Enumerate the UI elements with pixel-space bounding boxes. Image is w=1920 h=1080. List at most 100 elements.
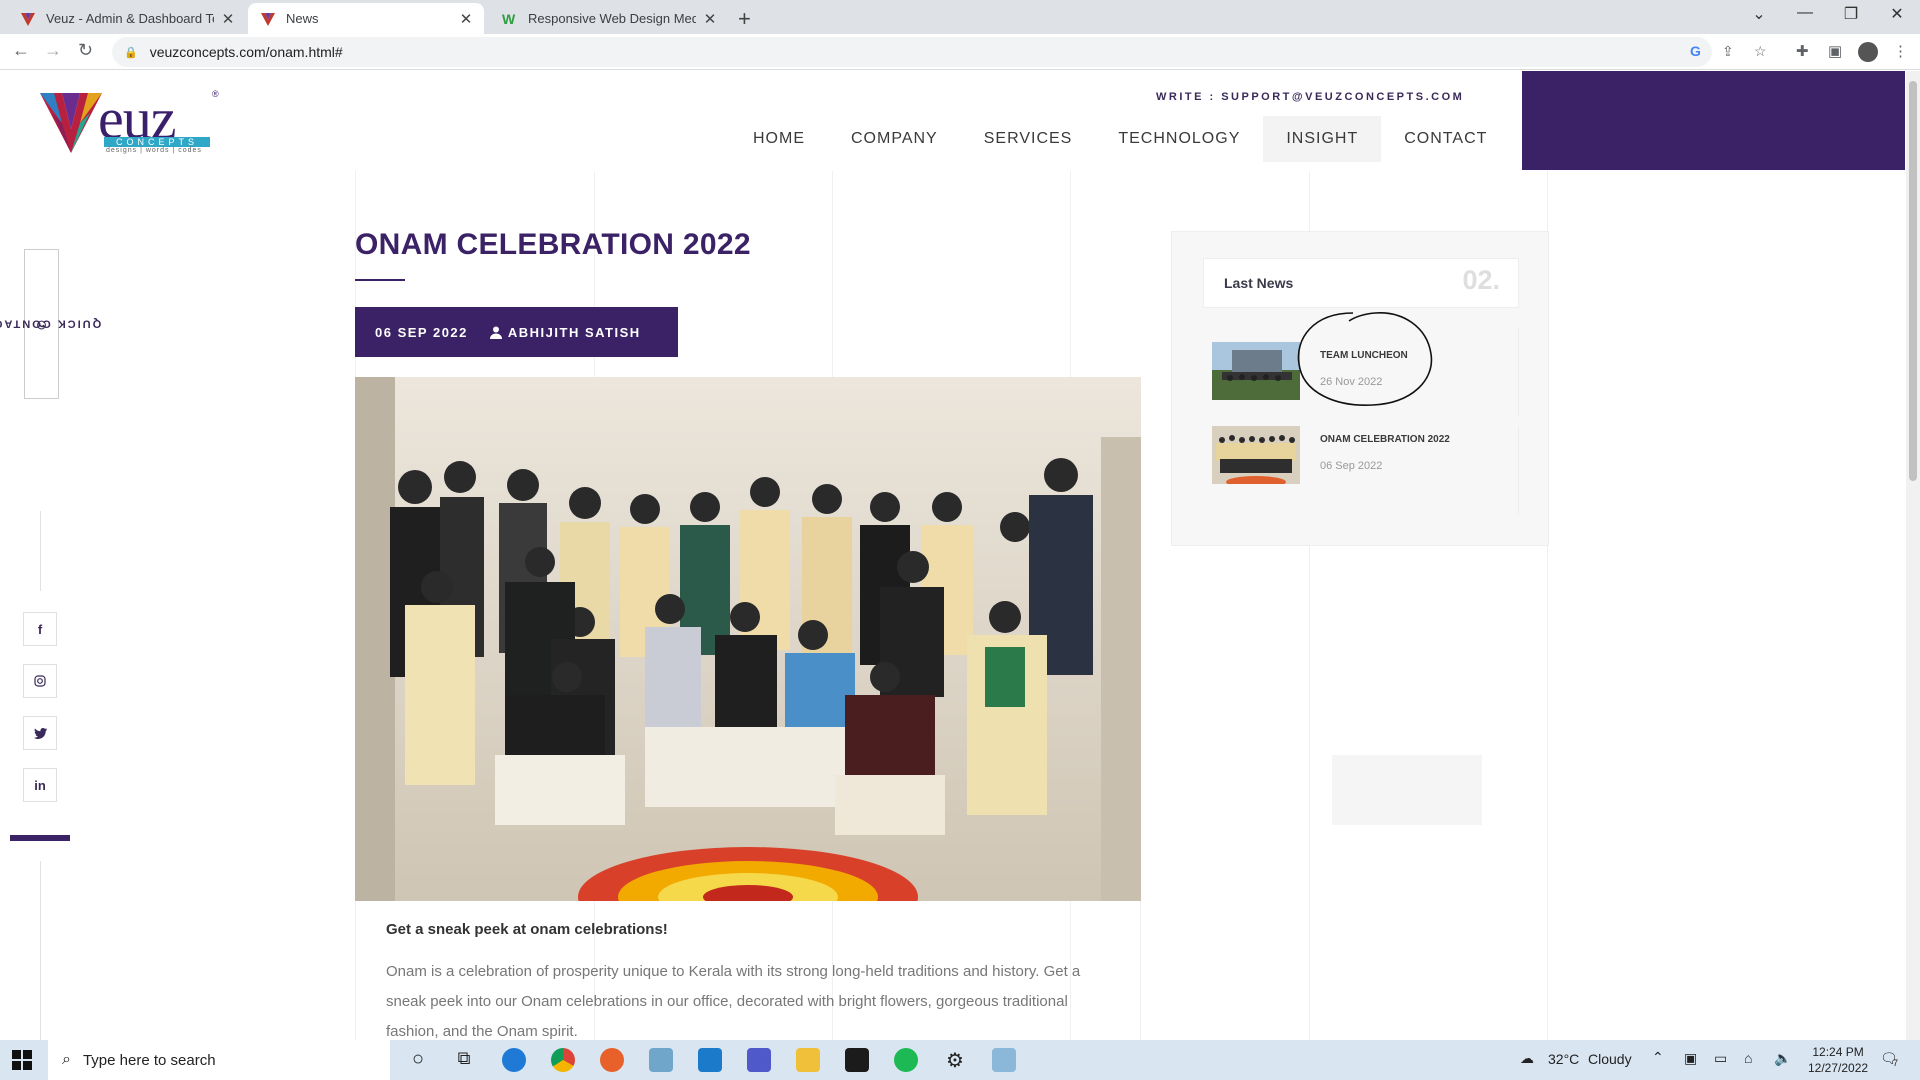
share-icon[interactable]: ⇪: [1722, 43, 1734, 60]
notification-count: 7: [1893, 1058, 1899, 1068]
address-bar[interactable]: 🔒 veuzconcepts.com/onam.html#: [112, 37, 1712, 67]
reload-icon[interactable]: ↻: [78, 40, 93, 61]
news-item-onam-celebration[interactable]: ONAM CELEBRATION 2022 06 Sep 2022: [1203, 426, 1519, 514]
twitter-icon[interactable]: [23, 716, 57, 750]
close-window-button[interactable]: ✕: [1874, 4, 1920, 24]
last-news-count: 02.: [1462, 265, 1500, 295]
tab-search-icon[interactable]: ⌄: [1736, 4, 1782, 24]
tray-display-icon[interactable]: ▭: [1714, 1050, 1727, 1067]
app-icon[interactable]: [649, 1048, 673, 1072]
veuz-logo[interactable]: euz ® CONCEPTS designs | words | codes: [40, 86, 220, 154]
tab-veuz-admin[interactable]: Veuz - Admin & Dashboard Temp ✕: [8, 3, 246, 34]
restore-button[interactable]: ❐: [1828, 4, 1874, 24]
tab-close-icon[interactable]: ✕: [702, 10, 718, 28]
nav-company[interactable]: COMPANY: [828, 116, 961, 162]
browser-toolbar: ← → ↻ 🔒 veuzconcepts.com/onam.html# G ⇪ …: [0, 34, 1920, 70]
terminal-icon[interactable]: [845, 1048, 869, 1072]
last-news-title: Last News: [1224, 275, 1294, 291]
extensions-icon[interactable]: ✚: [1796, 42, 1809, 60]
quick-contact-button[interactable]: ✆ QUICK CONTACT: [0, 249, 100, 399]
onam-thumbnail-image: [1212, 426, 1300, 484]
profile-avatar[interactable]: [1858, 42, 1878, 62]
tab-title: News: [286, 11, 319, 26]
nav-insight[interactable]: INSIGHT: [1263, 116, 1382, 162]
nav-services[interactable]: SERVICES: [961, 116, 1096, 162]
article-body: Get a sneak peek at onam celebrations! O…: [355, 901, 1141, 1040]
quick-contact-text: QUICK CONTACT: [0, 318, 101, 330]
network-icon[interactable]: ⌂: [1744, 1050, 1752, 1066]
main-nav: HOME COMPANY SERVICES TECHNOLOGY INSIGHT…: [730, 116, 1510, 162]
linkedin-icon[interactable]: in: [23, 768, 57, 802]
post-author: ABHIJITH SATISH: [507, 324, 641, 340]
group-photo: [355, 377, 1141, 901]
volume-icon[interactable]: 🔈: [1774, 1050, 1791, 1067]
google-lens-icon[interactable]: G: [1690, 43, 1701, 59]
forward-icon[interactable]: →: [44, 40, 62, 61]
spotify-icon[interactable]: [894, 1048, 918, 1072]
clock-time: 12:24 PM: [1812, 1045, 1864, 1059]
post-title: ONAM CELEBRATION 2022: [355, 228, 751, 261]
tab-responsive-web-design[interactable]: W Responsive Web Design Media Q ✕: [490, 3, 728, 34]
nav-technology[interactable]: TECHNOLOGY: [1095, 116, 1263, 162]
weather-text[interactable]: Cloudy: [1588, 1051, 1632, 1067]
page-scrollbar[interactable]: [1906, 71, 1920, 1040]
instagram-glyph: [34, 675, 46, 687]
quick-contact-label: ✆ QUICK CONTACT: [0, 318, 100, 330]
nav-contact[interactable]: CONTACT: [1381, 116, 1510, 162]
nav-home[interactable]: HOME: [730, 116, 828, 162]
web-page: euz ® CONCEPTS designs | words | codes W…: [0, 71, 1920, 1040]
facebook-glyph: f: [37, 621, 43, 637]
taskbar-search[interactable]: ⌕ Type here to search: [48, 1040, 390, 1080]
back-icon[interactable]: ←: [12, 40, 30, 61]
last-news-header: Last News 02.: [1203, 258, 1519, 308]
tray-app-icon[interactable]: ▣: [1684, 1050, 1697, 1067]
support-email[interactable]: WRITE : SUPPORT@VEUZCONCEPTS.COM: [1156, 91, 1464, 103]
vscode-icon[interactable]: [698, 1048, 722, 1072]
news-item-title[interactable]: ONAM CELEBRATION 2022: [1320, 434, 1450, 445]
rail-divider: [40, 511, 41, 591]
bookmark-star-icon[interactable]: ☆: [1754, 43, 1767, 60]
news-thumbnail[interactable]: [1212, 342, 1300, 400]
news-item-date: 06 Sep 2022: [1320, 460, 1383, 472]
instagram-icon[interactable]: [23, 664, 57, 698]
rail-accent-bar: [10, 835, 70, 841]
header-accent-block: [1522, 71, 1905, 170]
scrollbar-thumb[interactable]: [1909, 81, 1917, 481]
task-view-icon[interactable]: ⧉: [452, 1048, 476, 1072]
weather-icon[interactable]: ☁: [1520, 1050, 1534, 1067]
paint-icon[interactable]: [992, 1048, 1016, 1072]
onam-group-image: [355, 377, 1141, 901]
file-explorer-icon[interactable]: [796, 1048, 820, 1072]
chrome-icon[interactable]: [551, 1048, 575, 1072]
new-tab-button[interactable]: +: [738, 6, 751, 32]
twitter-glyph: [33, 727, 47, 739]
logo-registered-mark: ®: [212, 89, 219, 99]
tab-close-icon[interactable]: ✕: [458, 10, 474, 28]
side-panel-icon[interactable]: ▣: [1828, 42, 1842, 60]
cortana-icon[interactable]: ○: [406, 1048, 430, 1072]
firefox-icon[interactable]: [600, 1048, 624, 1072]
news-thumbnail[interactable]: [1212, 426, 1300, 484]
windows-start-icon[interactable]: [12, 1050, 32, 1070]
windows-taskbar: ⌕ Type here to search ○ ⧉ ⚙ ☁ 32°C Cloud…: [0, 1040, 1920, 1080]
tab-strip: Veuz - Admin & Dashboard Temp ✕ News ✕ W…: [0, 0, 1920, 34]
settings-gear-icon[interactable]: ⚙: [943, 1048, 967, 1072]
tab-news[interactable]: News ✕: [248, 3, 484, 34]
lock-icon: 🔒: [124, 46, 138, 59]
minimize-button[interactable]: —: [1782, 4, 1828, 22]
w-favicon-icon: W: [502, 10, 516, 27]
article-lead: Get a sneak peek at onam celebrations!: [386, 921, 668, 938]
tab-close-icon[interactable]: ✕: [220, 10, 236, 28]
tab-title: Responsive Web Design Media Q: [528, 11, 696, 26]
post-meta: 06 SEP 2022 ABHIJITH SATISH: [355, 307, 678, 357]
article-paragraph: Onam is a celebration of prosperity uniq…: [386, 963, 1081, 1040]
tray-chevron-icon[interactable]: ⌃: [1652, 1049, 1664, 1066]
taskbar-clock[interactable]: 12:24 PM 12/27/2022: [1808, 1044, 1868, 1076]
facebook-icon[interactable]: f: [23, 612, 57, 646]
edge-icon[interactable]: [502, 1048, 526, 1072]
menu-icon[interactable]: ⋮: [1893, 42, 1908, 60]
teams-icon[interactable]: [747, 1048, 771, 1072]
weather-temp[interactable]: 32°C: [1548, 1051, 1579, 1067]
search-icon: ⌕: [62, 1051, 71, 1068]
annotation-circle: [1297, 312, 1433, 406]
